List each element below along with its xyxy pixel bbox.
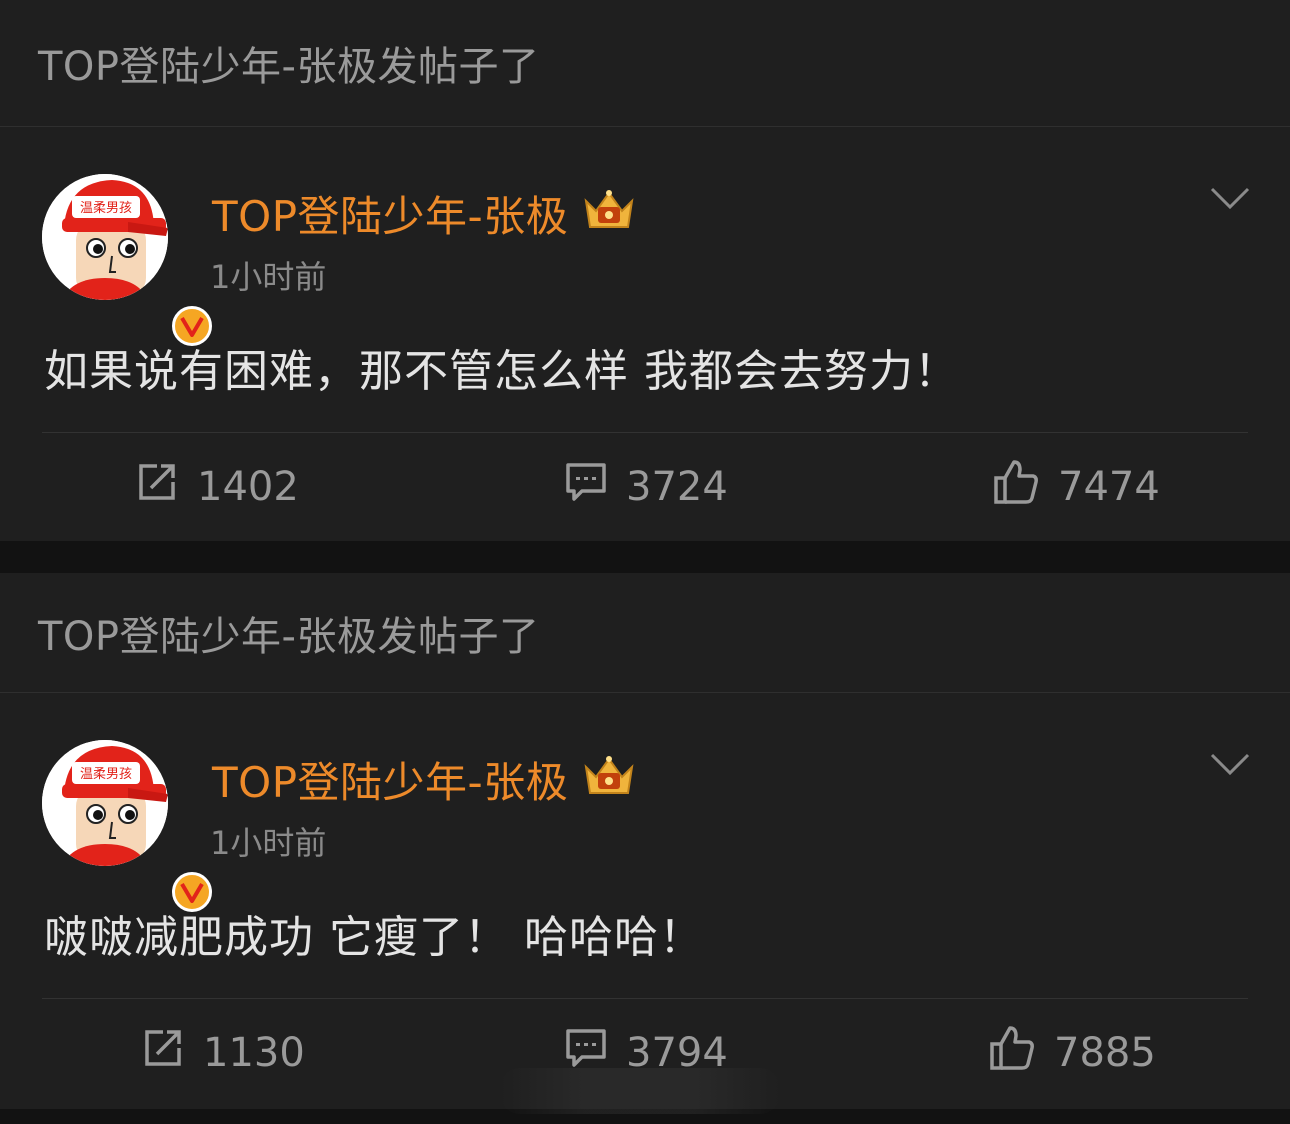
- thumbs-up-icon: [988, 1024, 1036, 1082]
- repost-icon: [141, 1026, 185, 1080]
- username-text[interactable]: TOP登陆少年-张极: [212, 749, 568, 810]
- crown-icon: [582, 753, 636, 807]
- avatar[interactable]: 温柔男孩: [42, 740, 212, 912]
- card-header-text: TOP登陆少年-张极发帖子了: [38, 44, 540, 90]
- like-button[interactable]: 7885: [988, 999, 1156, 1107]
- post-card: TOP登陆少年-张极发帖子了 温柔男孩: [0, 573, 1290, 1109]
- avatar-cap-text: 温柔男孩: [80, 201, 132, 216]
- post-text: 啵啵减肥成功 它瘦了！ 哈哈哈！: [44, 912, 704, 963]
- thumbs-up-icon: [992, 458, 1040, 516]
- comment-icon: [564, 460, 608, 514]
- like-button[interactable]: 7474: [992, 433, 1160, 541]
- username[interactable]: TOP登陆少年-张极: [212, 183, 636, 244]
- comment-button[interactable]: 3724: [564, 433, 728, 541]
- post-body: 温柔男孩 TOP登陆少年-张极: [0, 127, 1290, 541]
- post-card: TOP登陆少年-张极发帖子了 温柔男孩: [0, 0, 1290, 541]
- avatar-cap-text: 温柔男孩: [80, 767, 132, 782]
- card-header-text: TOP登陆少年-张极发帖子了: [38, 613, 540, 660]
- repost-icon: [135, 460, 179, 514]
- card-header: TOP登陆少年-张极发帖子了: [0, 573, 1290, 693]
- timestamp: 1小时前: [210, 824, 327, 862]
- repost-count: 1402: [197, 464, 299, 510]
- chevron-down-icon[interactable]: [1210, 751, 1250, 781]
- crown-icon: [582, 187, 636, 241]
- avatar[interactable]: 温柔男孩: [42, 174, 212, 346]
- blurred-overlay: [500, 1068, 780, 1114]
- card-header: TOP登陆少年-张极发帖子了: [0, 0, 1290, 127]
- repost-button[interactable]: 1130: [141, 999, 305, 1107]
- action-bar: 1402 3724 7474: [0, 433, 1290, 541]
- like-count: 7474: [1058, 464, 1160, 510]
- avatar-image: 温柔男孩: [42, 740, 168, 866]
- repost-count: 1130: [203, 1030, 305, 1076]
- post-text: 如果说有困难，那不管怎么样 我都会去努力！: [44, 346, 959, 397]
- timestamp: 1小时前: [210, 258, 327, 296]
- username-text[interactable]: TOP登陆少年-张极: [212, 183, 568, 244]
- username[interactable]: TOP登陆少年-张极: [212, 749, 636, 810]
- comment-count: 3724: [626, 464, 728, 510]
- repost-button[interactable]: 1402: [135, 433, 299, 541]
- chevron-down-icon[interactable]: [1210, 185, 1250, 215]
- like-count: 7885: [1054, 1030, 1156, 1076]
- post-body: 温柔男孩 TOP登陆少年-张极: [0, 693, 1290, 1109]
- avatar-image: 温柔男孩: [42, 174, 168, 300]
